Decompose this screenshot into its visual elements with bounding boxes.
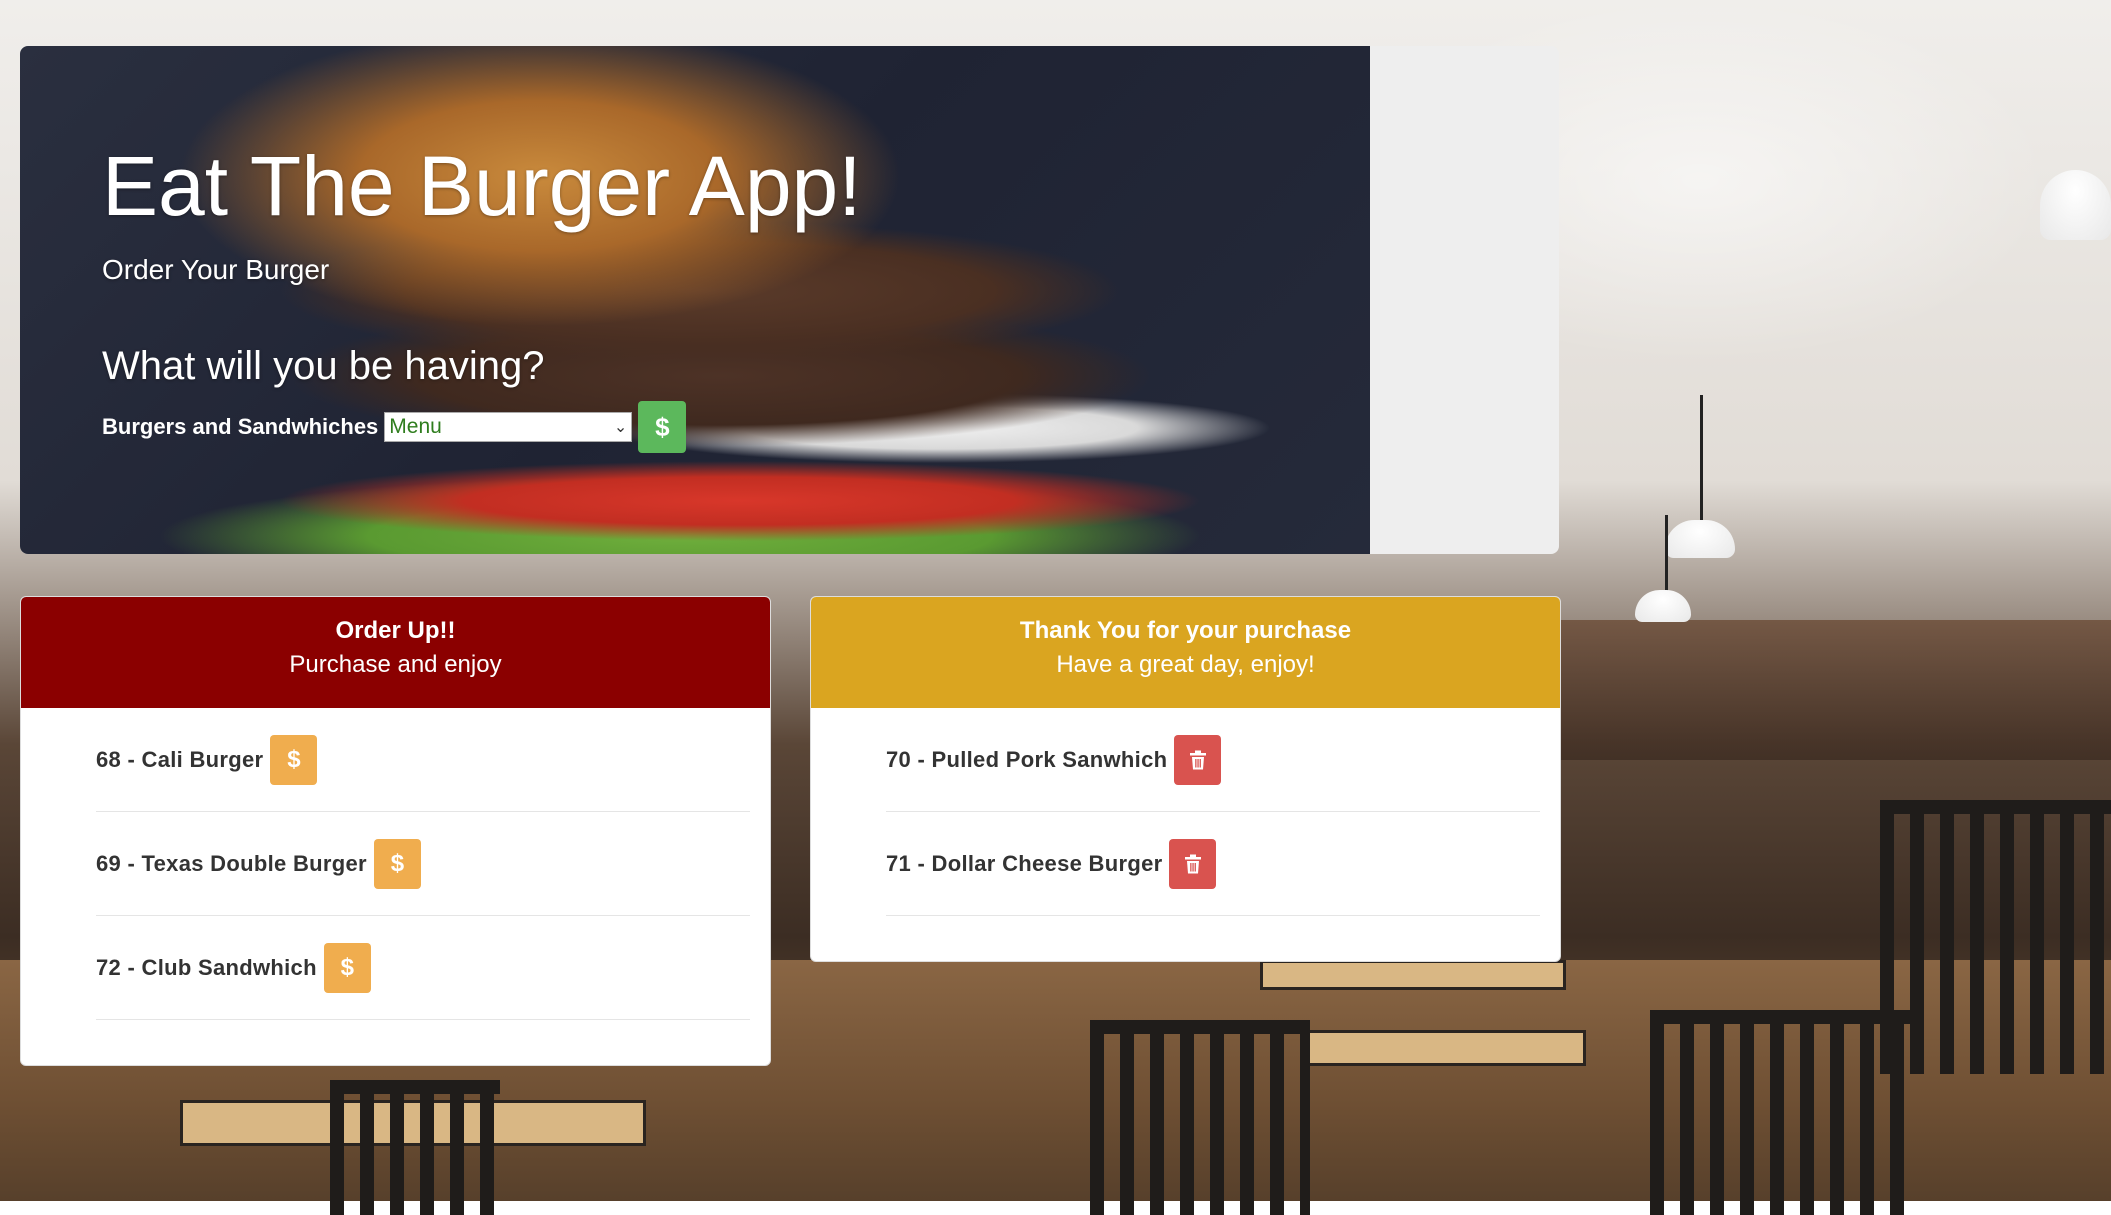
- lamp-cord: [1665, 515, 1668, 595]
- purchased-panel: Thank You for your purchase Have a great…: [810, 596, 1561, 962]
- burger-name: 72 - Club Sandwhich: [96, 954, 317, 980]
- list-item: 72 - Club Sandwhich $: [96, 916, 750, 1020]
- order-list: 68 - Cali Burger $ 69 - Texas Double Bur…: [21, 708, 770, 1020]
- devour-button[interactable]: $: [270, 734, 318, 785]
- background-chair: [1090, 1020, 1310, 1215]
- background-table: [1260, 960, 1566, 990]
- burger-name: 70 - Pulled Pork Sanwhich: [886, 746, 1168, 772]
- delete-button[interactable]: [1174, 734, 1222, 785]
- delete-button[interactable]: [1169, 838, 1217, 889]
- purchased-header: Thank You for your purchase Have a great…: [811, 597, 1560, 708]
- burger-name: 71 - Dollar Cheese Burger: [886, 850, 1163, 876]
- hero-content: Eat The Burger App! Order Your Burger Wh…: [102, 136, 862, 453]
- list-item: 71 - Dollar Cheese Burger: [886, 812, 1540, 916]
- background-chair: [330, 1080, 500, 1215]
- order-form: Burgers and Sandwhiches Menu ⌄ $: [102, 401, 862, 453]
- purchased-subtitle: Have a great day, enjoy!: [1056, 651, 1315, 678]
- purchased-list: 70 - Pulled Pork Sanwhich 71 - Dollar Ch…: [811, 708, 1560, 916]
- order-up-title: Order Up!!: [335, 617, 456, 644]
- lamp-cord: [1700, 395, 1703, 525]
- menu-select-value: Menu: [389, 415, 442, 438]
- order-up-panel: Order Up!! Purchase and enjoy 68 - Cali …: [20, 596, 771, 1066]
- order-prompt: What will you be having?: [102, 344, 545, 388]
- background-chair: [1650, 1010, 1910, 1215]
- background-chair: [1880, 800, 2111, 1074]
- dollar-icon: $: [655, 411, 670, 442]
- chevron-down-icon: ⌄: [613, 419, 628, 436]
- dollar-icon: $: [287, 745, 301, 773]
- background-table: [1300, 1030, 1586, 1066]
- dollar-icon: $: [390, 849, 405, 877]
- background-wall: [1560, 620, 2111, 760]
- jumbotron: Eat The Burger App! Order Your Burger Wh…: [20, 46, 1559, 554]
- purchased-title: Thank You for your purchase: [1019, 617, 1352, 644]
- menu-select-label: Burgers and Sandwhiches: [102, 414, 379, 439]
- trash-icon: [1189, 750, 1206, 769]
- list-item: 68 - Cali Burger $: [96, 708, 750, 812]
- burger-name: 69 - Texas Double Burger: [96, 850, 367, 876]
- menu-select[interactable]: Menu ⌄: [384, 412, 633, 442]
- order-up-header: Order Up!! Purchase and enjoy: [21, 597, 770, 708]
- trash-icon: [1184, 854, 1201, 873]
- devour-button[interactable]: $: [323, 942, 371, 993]
- dollar-icon: $: [340, 953, 355, 981]
- ceiling-lamp: [2040, 170, 2111, 240]
- list-item: 69 - Texas Double Burger $: [96, 812, 750, 916]
- burger-name: 68 - Cali Burger: [96, 746, 264, 772]
- submit-order-button[interactable]: $: [638, 401, 687, 453]
- devour-button[interactable]: $: [373, 838, 421, 889]
- page-subtitle: Order Your Burger: [102, 254, 330, 285]
- page-title: Eat The Burger App!: [102, 139, 862, 233]
- order-up-subtitle: Purchase and enjoy: [289, 651, 502, 678]
- list-item: 70 - Pulled Pork Sanwhich: [886, 708, 1540, 812]
